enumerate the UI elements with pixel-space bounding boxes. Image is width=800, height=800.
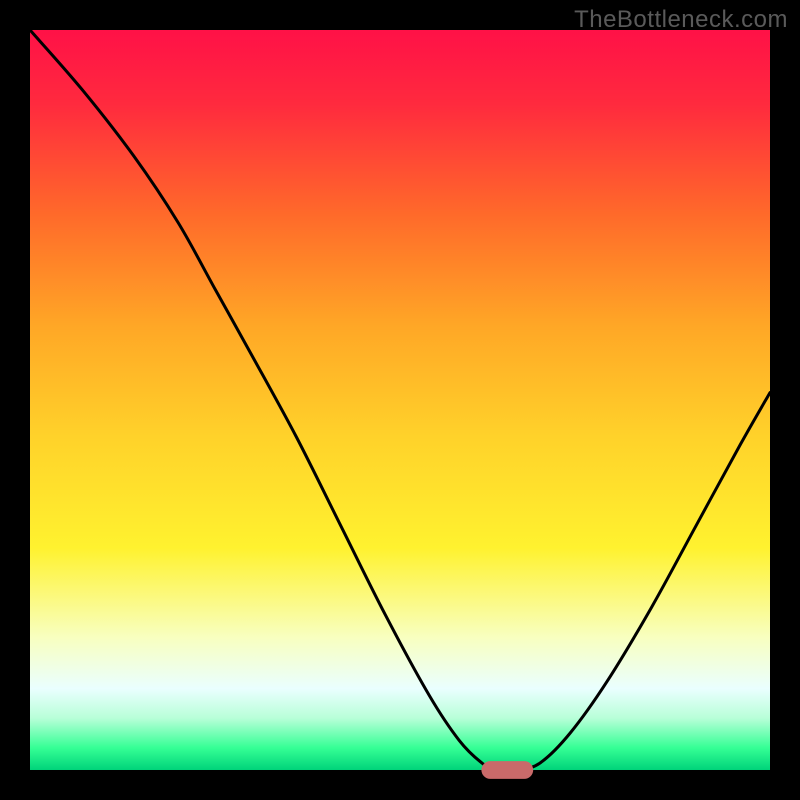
optimal-point-marker (481, 761, 533, 779)
bottleneck-chart (0, 0, 800, 800)
watermark-text: TheBottleneck.com (574, 6, 788, 34)
chart-container: TheBottleneck.com (0, 0, 800, 800)
plot-background (30, 30, 770, 770)
